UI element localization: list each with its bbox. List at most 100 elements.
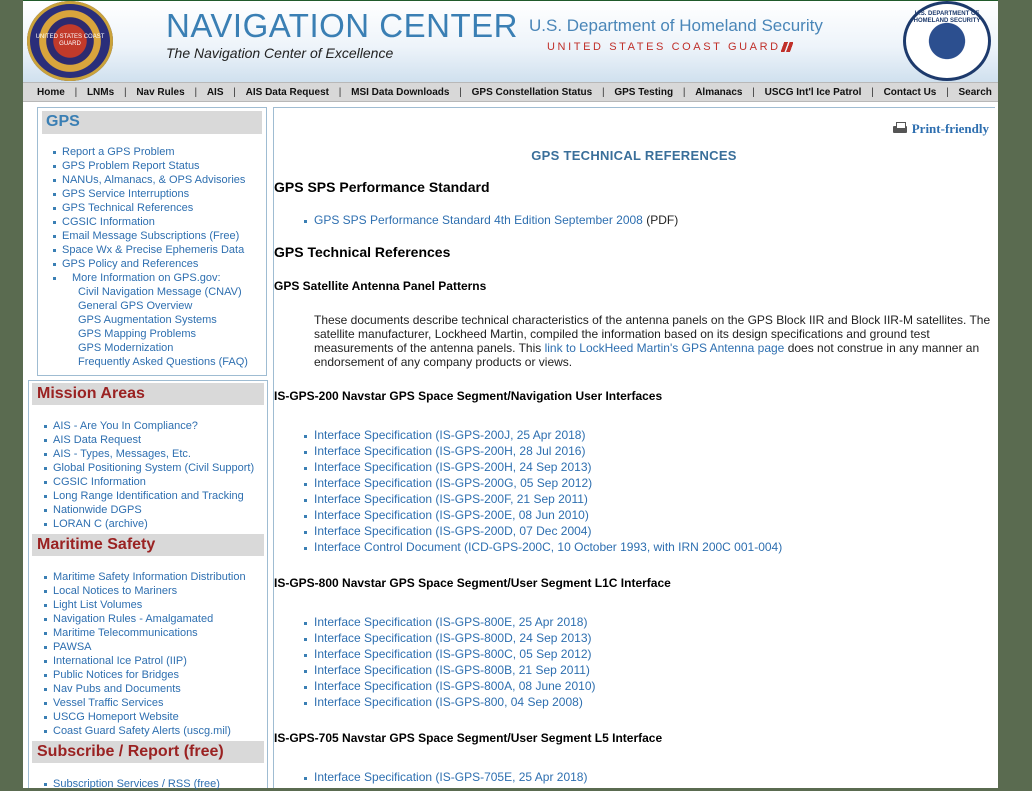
is200-heading: IS-GPS-200 Navstar GPS Space Segment/Nav… [274,389,663,403]
sidebar-mission-item[interactable]: CGSIC Information [43,475,254,489]
is800-heading: IS-GPS-800 Navstar GPS Space Segment/Use… [274,576,671,590]
dhs-name[interactable]: U.S. Department of Homeland Security [529,16,823,36]
sidebar-gps-item[interactable]: GPS Problem Report Status [53,159,266,173]
nav-item-gps-testing[interactable]: GPS Testing [614,87,673,98]
antenna-heading: GPS Satellite Antenna Panel Patterns [274,279,487,293]
sidebar-gps-item[interactable]: Space Wx & Precise Ephemeris Data [53,243,266,257]
is800-link[interactable]: Interface Specification (IS-GPS-800A, 08… [304,678,596,694]
sidebar-gps-more-label[interactable]: More Information on GPS.gov: [53,271,266,285]
site-title[interactable]: NAVIGATION CENTER [166,7,518,45]
sidebar-gps-subitem[interactable]: GPS Modernization [62,341,266,355]
dhs-seal-text: U.S. DEPARTMENT OF HOMELAND SECURITY [913,11,981,24]
sidebar-maritime-item[interactable]: Light List Volumes [44,598,246,612]
sidebar-maritime-item[interactable]: Coast Guard Safety Alerts (uscg.mil) [44,724,246,738]
sidebar-gps-item[interactable]: GPS Service Interruptions [53,187,266,201]
is200-link[interactable]: Interface Specification (IS-GPS-200H, 28… [303,443,782,459]
nav-item-search[interactable]: Search [959,87,992,98]
nav-item-almanacs[interactable]: Almanacs [695,87,742,98]
sidebar-maritime-item[interactable]: Local Notices to Mariners [44,584,246,598]
uscg-seal-logo[interactable]: UNITED STATES COAST GUARD [27,1,113,81]
page: UNITED STATES COAST GUARD NAVIGATION CEN… [23,0,998,791]
main-content: Print-friendly GPS TECHNICAL REFERENCES … [273,107,995,788]
sidebar-mission-list: AIS - Are You In Compliance? AIS Data Req… [43,419,254,531]
nav-item-home[interactable]: Home [37,87,65,98]
sidebar-gps-item[interactable]: GPS Policy and References [53,257,266,271]
sps-list: GPS SPS Performance Standard 4th Edition… [303,212,679,228]
sidebar-maritime-item[interactable]: International Ice Patrol (IIP) [44,654,246,668]
sidebar-maritime-item[interactable]: Vessel Traffic Services [44,696,246,710]
sidebar-subscribe-title: Subscribe / Report (free) [32,741,264,763]
nav-separator: | [194,86,198,98]
sidebar-gps-item[interactable]: CGSIC Information [53,215,266,229]
is800-link[interactable]: Interface Specification (IS-GPS-800B, 21… [304,662,596,678]
nav-separator: | [871,86,874,98]
nav-item-nav-rules[interactable]: Nav Rules [136,87,184,98]
sidebar-gps-subitem[interactable]: GPS Augmentation Systems [62,313,266,327]
nav-item-lnms[interactable]: LNMs [87,87,114,98]
is200-link[interactable]: Interface Specification (IS-GPS-200D, 07… [303,523,782,539]
sidebar-mission-item[interactable]: LORAN C (archive) [43,517,254,531]
is800-link[interactable]: Interface Specification (IS-GPS-800E, 25… [304,614,596,630]
is200-link[interactable]: Interface Control Document (ICD-GPS-200C… [303,539,782,555]
sidebar-maritime-item[interactable]: PAWSA [44,640,246,654]
nav-separator: | [946,86,949,98]
nav-separator: | [233,86,236,98]
is800-link[interactable]: Interface Specification (IS-GPS-800, 04 … [304,694,596,710]
is200-link[interactable]: Interface Specification (IS-GPS-200J, 25… [303,427,782,443]
is200-link[interactable]: Interface Specification (IS-GPS-200H, 24… [303,459,782,475]
sidebar-mission-item[interactable]: Global Positioning System (Civil Support… [43,461,254,475]
nav-item-ais[interactable]: AIS [207,87,224,98]
sidebar-lower: Mission Areas AIS - Are You In Complianc… [28,380,268,791]
sidebar-mission-item[interactable]: Nationwide DGPS [43,503,254,517]
is200-link[interactable]: Interface Specification (IS-GPS-200E, 08… [303,507,782,523]
sidebar-gps-subitem[interactable]: General GPS Overview [62,299,266,313]
nav-separator: | [338,86,342,98]
sidebar-mission-item[interactable]: AIS Data Request [43,433,254,447]
is705-heading: IS-GPS-705 Navstar GPS Space Segment/Use… [274,731,663,745]
sidebar-subscribe-item[interactable]: Subscription Services / RSS (free) [44,777,220,791]
sps-heading: GPS SPS Performance Standard [274,179,490,195]
printer-icon [892,122,908,136]
sidebar-maritime-item[interactable]: USCG Homeport Website [44,710,246,724]
sidebar-gps-item[interactable]: NANUs, Almanacs, & OPS Advisories [53,173,266,187]
sidebar-mission-item[interactable]: AIS - Types, Messages, Etc. [43,447,254,461]
uscg-name[interactable]: UNITED STATES COAST GUARD [547,41,781,53]
print-friendly-link[interactable]: Print-friendly [892,121,989,137]
sidebar-gps-subitem[interactable]: GPS Mapping Problems [62,327,266,341]
sidebar-gps-item[interactable]: Report a GPS Problem [53,145,266,159]
sidebar-gps-box: GPS Report a GPS Problem GPS Problem Repo… [37,107,267,376]
is200-link[interactable]: Interface Specification (IS-GPS-200F, 21… [303,491,782,507]
sidebar-maritime-item[interactable]: Navigation Rules - Amalgamated [44,612,246,626]
nav-item-msi-data-downloads[interactable]: MSI Data Downloads [351,87,449,98]
lockheed-link[interactable]: link to LockHeed Martin's GPS Antenna pa… [545,341,785,355]
dhs-seal-logo[interactable]: U.S. DEPARTMENT OF HOMELAND SECURITY [903,1,991,81]
sidebar-maritime-item[interactable]: Maritime Telecommunications [44,626,246,640]
nav-separator: | [682,86,686,98]
nav-separator: | [123,86,127,98]
sidebar-maritime-item[interactable]: Public Notices for Bridges [44,668,246,682]
sidebar-gps-item[interactable]: Email Message Subscriptions (Free) [53,229,266,243]
is200-link[interactable]: Interface Specification (IS-GPS-200G, 05… [303,475,782,491]
sidebar-mission-item[interactable]: AIS - Are You In Compliance? [43,419,254,433]
is800-link[interactable]: Interface Specification (IS-GPS-800C, 05… [304,646,596,662]
sidebar-gps-subitem[interactable]: Civil Navigation Message (CNAV) [62,285,266,299]
sidebar-gps-subitem[interactable]: Frequently Asked Questions (FAQ) [62,355,266,369]
site-header: UNITED STATES COAST GUARD NAVIGATION CEN… [23,0,998,83]
is800-link[interactable]: Interface Specification (IS-GPS-800D, 24… [304,630,596,646]
sidebar-mission-title: Mission Areas [32,383,264,405]
sps-link-suffix: (PDF) [642,213,679,227]
is705-link[interactable]: Interface Specification (IS-GPS-705E, 25… [303,769,587,785]
sps-link[interactable]: GPS SPS Performance Standard 4th Edition… [314,213,643,227]
sidebar-maritime-list: Maritime Safety Information Distribution… [44,570,246,738]
uscg-seal-text: UNITED STATES COAST GUARD [35,34,105,47]
sidebar-gps-item[interactable]: GPS Technical References [53,201,266,215]
nav-item-uscg-int-l-ice-patrol[interactable]: USCG Int'l Ice Patrol [765,87,862,98]
nav-item-gps-constellation-status[interactable]: GPS Constellation Status [472,87,593,98]
nav-item-ais-data-request[interactable]: AIS Data Request [246,87,329,98]
sidebar-mission-item[interactable]: Long Range Identification and Tracking [43,489,254,503]
nav-item-contact-us[interactable]: Contact Us [884,87,937,98]
sidebar-maritime-item[interactable]: Nav Pubs and Documents [44,682,246,696]
antenna-description: These documents describe technical chara… [314,313,994,369]
site-tagline: The Navigation Center of Excellence [166,45,394,61]
sidebar-maritime-item[interactable]: Maritime Safety Information Distribution [44,570,246,584]
